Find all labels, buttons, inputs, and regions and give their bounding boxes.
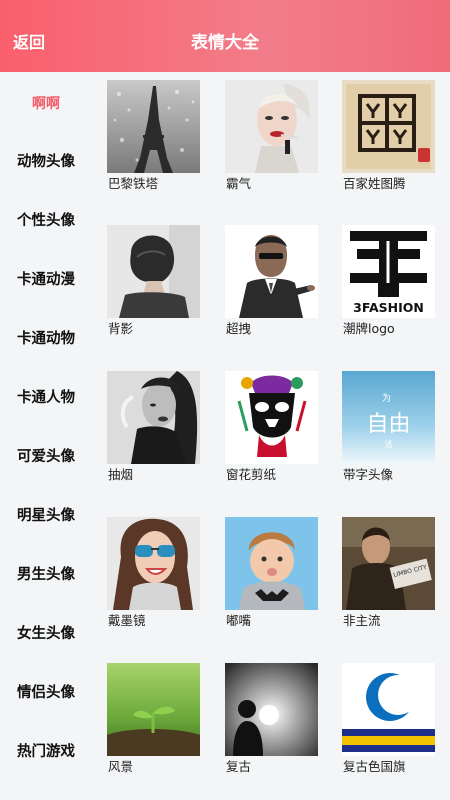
grid-item[interactable]: 窗花剪纸: [225, 371, 321, 491]
woman-smoking-image: [225, 80, 318, 173]
grid-item-caption: 复古色国旗: [343, 759, 406, 774]
man-pointing-image: [225, 225, 318, 318]
grid-item-caption: 超拽: [226, 321, 252, 336]
freedom-small-text: 为: [382, 392, 391, 404]
grid-item[interactable]: LIMBO CITY 非主流: [342, 517, 438, 637]
grid-item[interactable]: 复古: [225, 663, 321, 783]
sprout-green-image: [107, 663, 200, 756]
grid-item[interactable]: 百家姓图腾: [342, 80, 438, 200]
grid-item[interactable]: 3FASHION 潮牌logo: [342, 225, 438, 345]
category-item-celebrity[interactable]: 明星头像: [0, 496, 92, 536]
avatar-grid: 巴黎铁塔 霸气 百家姓图腾 背影 超拽 3FASHION 潮牌logo 抽烟 窗…: [92, 72, 450, 800]
grid-item[interactable]: 戴墨镜: [107, 517, 203, 637]
page-title: 表情大全: [191, 33, 259, 53]
category-item-animal[interactable]: 动物头像: [0, 142, 92, 182]
woman-sunglasses-image: [107, 517, 200, 610]
category-item-male[interactable]: 男生头像: [0, 555, 92, 595]
freedom-big-text: 自由: [366, 412, 410, 437]
woman-smoke-bw-image: [107, 371, 200, 464]
eiffel-tower-rain-image: [107, 80, 200, 173]
grid-item[interactable]: 抽烟: [107, 371, 203, 491]
grid-item-caption: 霸气: [226, 176, 252, 191]
grid-item[interactable]: 超拽: [225, 225, 321, 345]
category-sidebar: 啊啊 动物头像 个性头像 卡通动漫 卡通动物 卡通人物 可爱头像 明星头像 男生…: [0, 72, 92, 800]
3fashion-logo-image: 3FASHION: [342, 225, 435, 318]
grid-item[interactable]: 巴黎铁塔: [107, 80, 203, 200]
grid-item-caption: 带字头像: [343, 467, 394, 482]
grid-item[interactable]: 为 自由 活 带字头像: [342, 371, 438, 491]
grid-item-caption: 潮牌logo: [343, 321, 395, 336]
grid-item-caption: 风景: [108, 759, 134, 774]
grid-item-caption: 窗花剪纸: [226, 467, 277, 482]
grid-item-caption: 百家姓图腾: [343, 176, 406, 191]
grid-item-caption: 复古: [226, 759, 252, 774]
silhouette-sun-image: [225, 663, 318, 756]
freedom-tail-text: 活: [385, 439, 393, 449]
boy-pouting-image: [225, 517, 318, 610]
grid-item[interactable]: 背影: [107, 225, 203, 345]
opera-mask-papercut-image: [225, 371, 318, 464]
grid-item-caption: 背影: [108, 321, 134, 336]
retro-flag-image: [342, 663, 435, 756]
paper-cut-totem-image: [342, 80, 435, 173]
category-item-couple[interactable]: 情侣头像: [0, 673, 92, 713]
category-item-hot-games[interactable]: 热门游戏: [0, 732, 92, 772]
app-header: 返回 表情大全: [0, 0, 450, 72]
category-item-personal[interactable]: 个性头像: [0, 201, 92, 241]
grid-item[interactable]: 复古色国旗: [342, 663, 438, 783]
grid-item-caption: 巴黎铁塔: [108, 176, 159, 191]
category-item-cartoon-anime[interactable]: 卡通动漫: [0, 260, 92, 300]
man-limbo-city-image: LIMBO CITY: [342, 517, 435, 610]
category-item-female[interactable]: 女生头像: [0, 614, 92, 654]
grid-item-caption: 戴墨镜: [108, 613, 146, 628]
grid-item-caption: 嘟嘴: [226, 613, 252, 628]
category-item-cute[interactable]: 可爱头像: [0, 437, 92, 477]
grid-item[interactable]: 嘟嘴: [225, 517, 321, 637]
grid-item[interactable]: 风景: [107, 663, 203, 783]
woman-back-hair-image: [107, 225, 200, 318]
category-item-cartoon-character[interactable]: 卡通人物: [0, 378, 92, 418]
freedom-text-image: 为 自由 活: [342, 371, 435, 464]
category-item-cartoon-animal[interactable]: 卡通动物: [0, 319, 92, 359]
grid-item-caption: 非主流: [343, 613, 381, 628]
3fashion-logo-text: 3FASHION: [353, 300, 424, 315]
grid-item[interactable]: 霸气: [225, 80, 321, 200]
grid-item-caption: 抽烟: [108, 467, 134, 482]
category-item-aa[interactable]: 啊啊: [0, 84, 92, 124]
